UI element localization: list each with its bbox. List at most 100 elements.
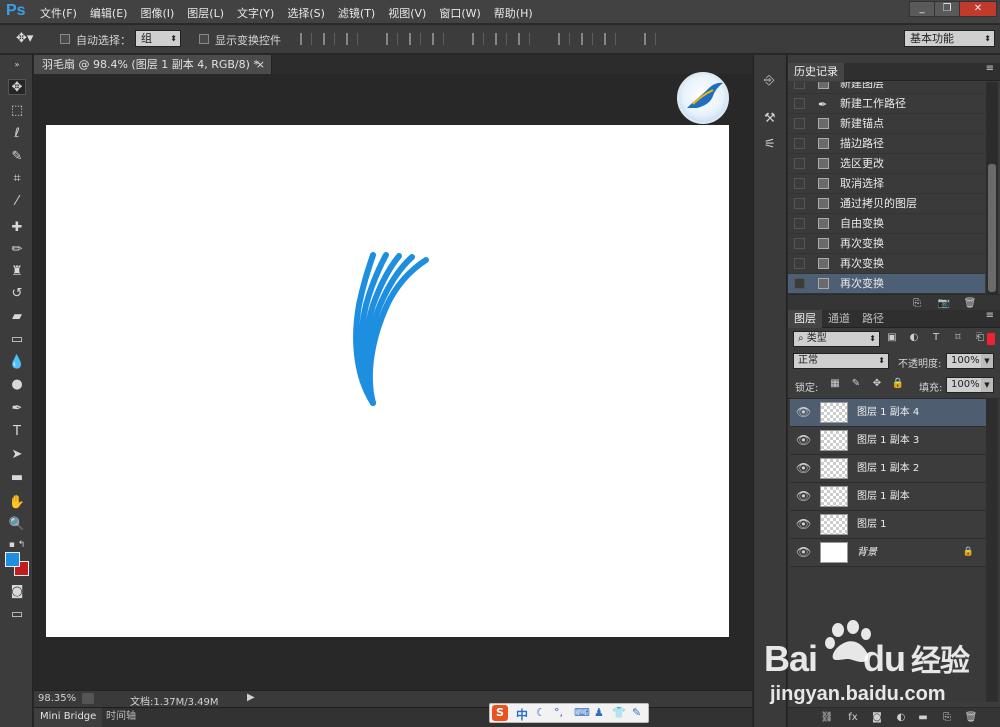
add-mask-icon[interactable]: ◙ [870,712,884,724]
history-source-checkbox[interactable] [794,218,805,229]
history-item[interactable]: 取消选择 [788,174,985,194]
history-source-checkbox[interactable] [794,238,805,249]
align-hcenter-icon[interactable] [409,33,421,45]
chevron-down-icon[interactable]: ▼ [981,378,993,392]
auto-select-dropdown[interactable]: 组 ⬍ [135,30,181,47]
align-vcenter-icon[interactable] [323,33,335,45]
close-button[interactable]: ✕ [959,1,997,17]
filter-pixel-icon[interactable]: ▣ [885,332,899,344]
distribute-right-icon[interactable] [604,33,616,45]
menu-select[interactable]: 选择(S) [287,5,325,21]
visibility-eye-icon[interactable]: 👁 [796,511,811,538]
history-source-checkbox[interactable] [794,158,805,169]
ime-settings-icon[interactable]: ✎ [632,706,641,719]
tab-timeline[interactable]: 时间轴 [104,708,138,727]
chevron-down-icon[interactable]: ▼ [981,354,993,368]
pen-tool-icon[interactable]: ✒ [8,401,26,417]
default-colors-icon[interactable]: ▪ ↰ [8,537,26,550]
menu-edit[interactable]: 编辑(E) [90,5,128,21]
auto-align-icon[interactable] [644,33,656,45]
layer-row[interactable]: 👁 图层 1 副本 2 [790,455,986,483]
type-tool-icon[interactable]: T [8,424,26,440]
layer-style-fx-icon[interactable]: fx [846,712,860,724]
lock-image-icon[interactable]: ✎ [849,378,863,390]
filter-smartobject-icon[interactable]: ⎗ [973,332,987,344]
shape-tool-icon[interactable]: ▬ [8,470,26,486]
menu-window[interactable]: 窗口(W) [439,5,480,21]
ime-toolbar[interactable]: S 中 ☾ °, ⌨ ♟ 👕 ✎ [489,703,649,723]
history-item[interactable]: ✒ 新建工作路径 [788,94,985,114]
visibility-eye-icon[interactable]: 👁 [796,539,811,566]
lasso-tool-icon[interactable]: ℓ [8,126,26,142]
history-source-checkbox[interactable] [794,178,805,189]
hand-tool-icon[interactable]: ✋ [8,495,26,511]
history-source-checkbox[interactable] [794,198,805,209]
ime-user-icon[interactable]: ♟ [594,706,604,719]
distribute-vcenter-icon[interactable] [495,33,507,45]
layer-row[interactable]: 👁 图层 1 副本 4 [790,399,986,427]
close-tab-icon[interactable]: × [256,55,265,74]
marquee-tool-icon[interactable]: ⬚ [8,103,26,119]
status-info-icon[interactable] [82,693,94,704]
workspace-dropdown[interactable]: 基本功能 ⬍ [904,30,995,47]
history-source-checkbox[interactable] [794,278,805,289]
history-source-checkbox[interactable] [794,82,805,89]
history-item[interactable]: 新建锚点 [788,114,985,134]
move-tool-icon[interactable]: ✥ [8,79,26,95]
layer-filter-kind-dropdown[interactable]: ⌕ 类型 ⬍ [793,331,880,347]
snapshot-camera-icon[interactable]: 📷 [937,298,951,310]
distribute-hcenter-icon[interactable] [581,33,593,45]
distribute-left-icon[interactable] [558,33,570,45]
zoom-level[interactable]: 98.35% [38,693,76,704]
visibility-eye-icon[interactable]: 👁 [796,427,811,454]
menu-layer[interactable]: 图层(L) [187,5,224,21]
blur-tool-icon[interactable]: 💧 [8,355,26,371]
delete-layer-trash-icon[interactable]: 🗑 [964,712,978,724]
path-select-tool-icon[interactable]: ➤ [8,447,26,463]
dodge-tool-icon[interactable]: ● [8,377,26,393]
history-source-checkbox[interactable] [794,258,805,269]
tab-paths[interactable]: 路径 [856,310,890,328]
crop-tool-icon[interactable]: ⌗ [8,171,26,187]
distribute-top-icon[interactable] [472,33,484,45]
ime-chinese-mode-icon[interactable]: 中 [516,706,528,723]
opacity-input[interactable]: 100% ▼ [946,353,994,369]
menu-view[interactable]: 视图(V) [388,5,426,21]
lock-transparent-icon[interactable]: ▦ [828,378,842,390]
sogou-ime-icon[interactable]: S [492,705,508,721]
history-source-checkbox[interactable] [794,118,805,129]
ime-moon-icon[interactable]: ☾ [536,706,546,719]
layer-row[interactable]: 👁 图层 1 副本 [790,483,986,511]
history-item[interactable]: 再次变换 [788,274,985,294]
brush-tool-icon[interactable]: ✏ [8,242,26,258]
history-item[interactable]: 描边路径 [788,134,985,154]
new-document-from-state-icon[interactable]: ⎘ [910,298,924,310]
history-brush-tool-icon[interactable]: ↺ [8,286,26,302]
new-layer-icon[interactable]: ⎘ [940,712,954,724]
layers-scrollbar[interactable] [986,398,998,702]
adjustment-layer-icon[interactable]: ◐ [894,712,908,724]
new-group-folder-icon[interactable]: ▬ [916,712,930,724]
healing-brush-tool-icon[interactable]: ✚ [8,220,26,236]
history-item[interactable]: 选区更改 [788,154,985,174]
gradient-tool-icon[interactable]: ▭ [8,332,26,348]
zoom-tool-icon[interactable]: 🔍 [8,517,26,533]
distribute-bottom-icon[interactable] [518,33,530,45]
panel-menu-icon[interactable]: ≡ [986,310,994,321]
align-right-icon[interactable] [432,33,444,45]
history-item[interactable]: 新建图层 [788,82,985,94]
foreground-color-swatch[interactable] [5,552,20,567]
lock-all-icon[interactable]: 🔒 [891,378,905,390]
history-panel-icon[interactable]: ⎆ [764,73,780,89]
layer-row[interactable]: 👁 图层 1 [790,511,986,539]
status-menu-arrow-icon[interactable]: ▶ [247,692,255,703]
menu-filter[interactable]: 滤镜(T) [338,5,375,21]
panel-menu-icon[interactable]: ≡ [986,63,994,74]
menu-type[interactable]: 文字(Y) [237,5,274,21]
tool-presets-icon[interactable]: ⚟ [764,137,780,153]
align-bottom-icon[interactable] [346,33,358,45]
document-canvas[interactable] [46,125,729,637]
minimize-button[interactable]: _ [909,1,935,17]
lock-position-icon[interactable]: ✥ [870,378,884,390]
tab-layers[interactable]: 图层 [788,310,822,328]
